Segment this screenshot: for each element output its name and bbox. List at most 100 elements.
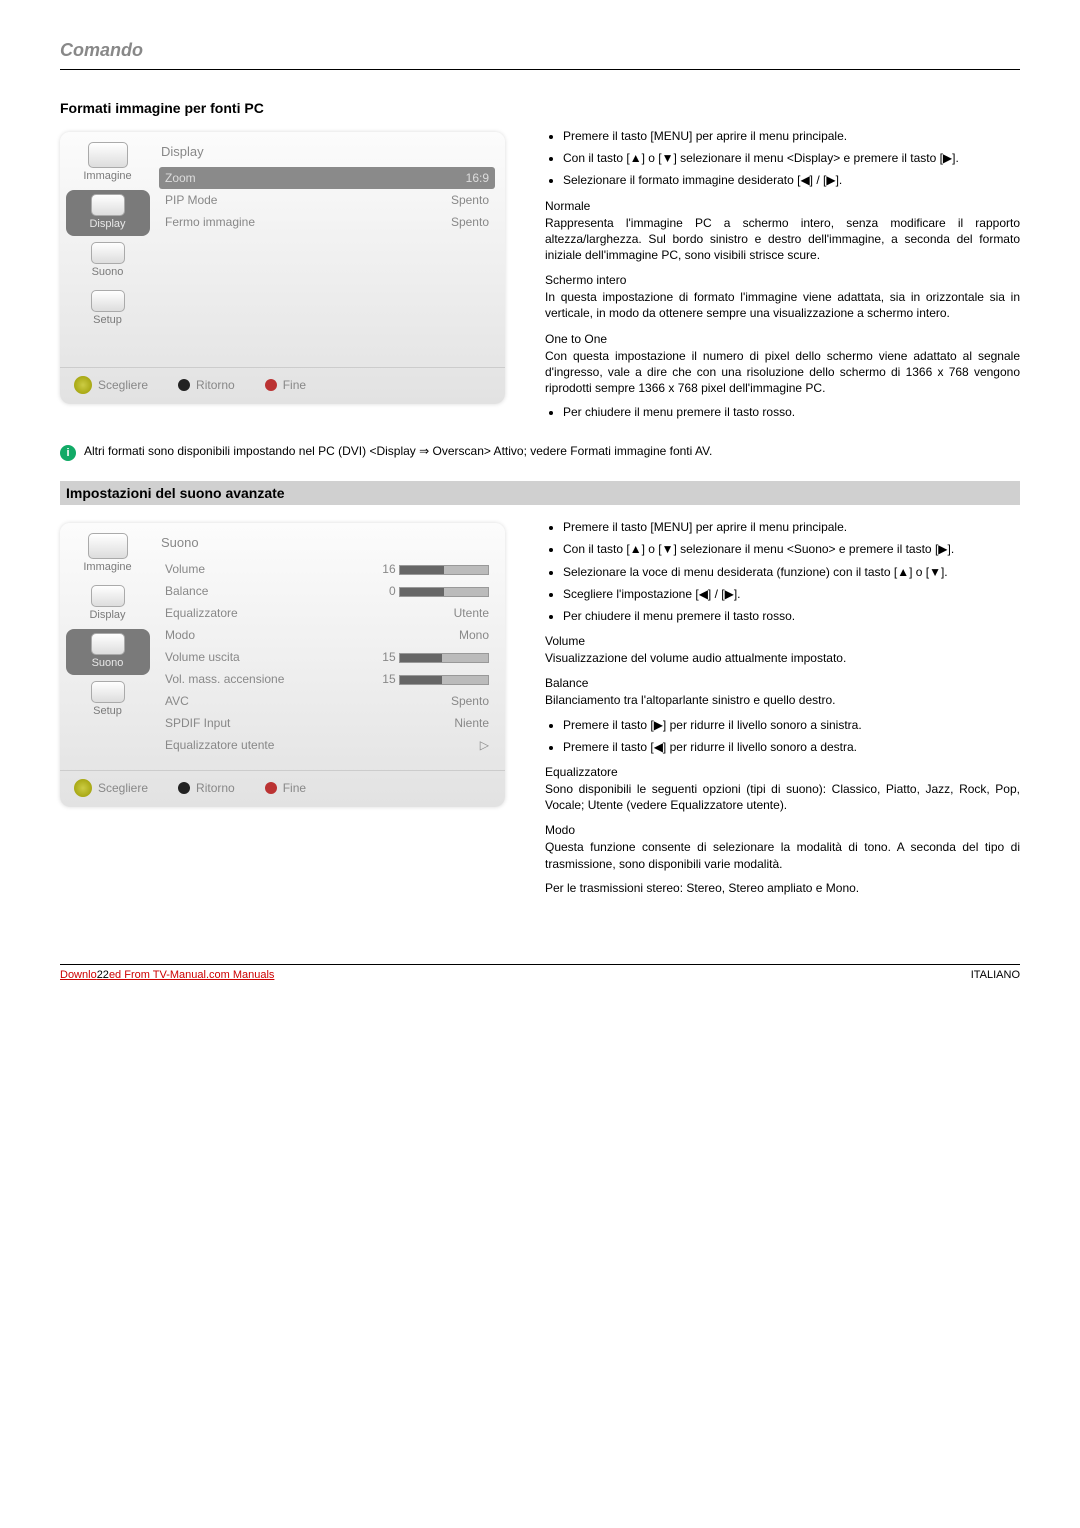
- tab-display[interactable]: Display: [66, 190, 150, 236]
- tab-label: Display: [89, 609, 125, 621]
- footer-ritorno: Ritorno: [178, 781, 235, 795]
- section1-heading: Formati immagine per fonti PC: [60, 100, 1020, 116]
- sub-normale: Normale: [545, 199, 1020, 213]
- bullet: Premere il tasto [▶] per ridurre il live…: [563, 717, 1020, 733]
- bullet: Scegliere l'impostazione [◀] / [▶].: [563, 586, 1020, 602]
- bullet: Selezionare il formato immagine desidera…: [563, 172, 1020, 188]
- item-label: Zoom: [165, 171, 196, 185]
- menu-item-volume[interactable]: Volume 16: [159, 558, 495, 580]
- footer-scegliere: Scegliere: [74, 376, 148, 394]
- page-header: Comando: [60, 40, 1020, 61]
- item-label: PIP Mode: [165, 193, 217, 207]
- header-rule: [60, 69, 1020, 70]
- para: Bilanciamento tra l'altoparlante sinistr…: [545, 692, 1020, 708]
- item-value: Utente: [454, 606, 489, 620]
- menu-item-zoom[interactable]: Zoom 16:9: [159, 167, 495, 189]
- para: Questa funzione consente di selezionare …: [545, 839, 1020, 871]
- bullet: Premere il tasto [◀] per ridurre il live…: [563, 739, 1020, 755]
- menu-title: Display: [161, 144, 495, 159]
- tab-label: Display: [89, 218, 125, 230]
- item-value: 0: [389, 584, 489, 598]
- tab-setup[interactable]: Setup: [66, 677, 150, 723]
- para: Con questa impostazione il numero di pix…: [545, 348, 1020, 397]
- para: In questa impostazione di formato l'imma…: [545, 289, 1020, 321]
- sub-modo: Modo: [545, 823, 1020, 837]
- back-icon: [178, 379, 190, 391]
- item-value: Spento: [451, 193, 489, 207]
- section2-heading: Impostazioni del suono avanzate: [60, 481, 1020, 505]
- sub-volume: Volume: [545, 634, 1020, 648]
- item-label: Vol. mass. accensione: [165, 672, 284, 686]
- tab-label: Suono: [92, 266, 124, 278]
- item-label: AVC: [165, 694, 189, 708]
- item-value: Spento: [451, 694, 489, 708]
- sub-schermo: Schermo intero: [545, 273, 1020, 287]
- bullet: Selezionare la voce di menu desiderata (…: [563, 564, 1020, 580]
- tab-label: Immagine: [83, 170, 131, 182]
- item-value: 16:9: [466, 171, 489, 185]
- bullet: Per chiudere il menu premere il tasto ro…: [563, 608, 1020, 624]
- bullet: Con il tasto [▲] o [▼] selezionare il me…: [563, 150, 1020, 166]
- bullet: Con il tasto [▲] o [▼] selezionare il me…: [563, 541, 1020, 557]
- tab-suono[interactable]: Suono: [66, 238, 150, 284]
- menu-item-spdif[interactable]: SPDIF Input Niente: [159, 712, 495, 734]
- item-label: Volume uscita: [165, 650, 240, 664]
- menu-item-volmass[interactable]: Vol. mass. accensione 15: [159, 668, 495, 690]
- menu-item-modo[interactable]: Modo Mono: [159, 624, 495, 646]
- item-value: 15: [382, 650, 489, 664]
- info-icon: i: [60, 445, 76, 461]
- bullet: Premere il tasto [MENU] per aprire il me…: [563, 128, 1020, 144]
- sub-onetoone: One to One: [545, 332, 1020, 346]
- tab-label: Setup: [93, 314, 122, 326]
- menu-item-fermo[interactable]: Fermo immagineSpento: [159, 211, 495, 233]
- menu-item-equtente[interactable]: Equalizzatore utente ▷: [159, 734, 495, 756]
- sub-balance: Balance: [545, 676, 1020, 690]
- item-value: Niente: [454, 716, 489, 730]
- bullet: Per chiudere il menu premere il tasto ro…: [563, 404, 1020, 420]
- footer-link[interactable]: Downlo22ed From TV-Manual.com Manuals: [60, 969, 274, 981]
- para: Visualizzazione del volume audio attualm…: [545, 650, 1020, 666]
- tab-suono[interactable]: Suono: [66, 629, 150, 675]
- exit-icon: [265, 782, 277, 794]
- para: Sono disponibili le seguenti opzioni (ti…: [545, 781, 1020, 813]
- item-value: Mono: [459, 628, 489, 642]
- menu-title: Suono: [161, 535, 495, 550]
- footer-ritorno: Ritorno: [178, 378, 235, 392]
- menu-item-avc[interactable]: AVC Spento: [159, 690, 495, 712]
- sub-eq: Equalizzatore: [545, 765, 1020, 779]
- tab-immagine[interactable]: Immagine: [66, 138, 150, 188]
- gear-icon: [74, 376, 92, 394]
- menu-item-voluscita[interactable]: Volume uscita 15: [159, 646, 495, 668]
- para: Per le trasmissioni stereo: Stereo, Ster…: [545, 880, 1020, 896]
- tab-immagine[interactable]: Immagine: [66, 529, 150, 579]
- item-label: Equalizzatore utente: [165, 738, 274, 752]
- item-value: ▷: [480, 738, 489, 752]
- sound-menu-panel: Immagine Display Suono Setup Suono Volum…: [60, 523, 505, 807]
- footer-fine: Fine: [265, 378, 306, 392]
- menu-item-balance[interactable]: Balance 0: [159, 580, 495, 602]
- menu-item-pip[interactable]: PIP Mode Spento: [159, 189, 495, 211]
- display-menu-panel: Immagine Display Suono Setup Display Zoo…: [60, 132, 505, 404]
- item-label: Volume: [165, 562, 205, 576]
- item-value: 15: [382, 672, 489, 686]
- back-icon: [178, 782, 190, 794]
- item-label: SPDIF Input: [165, 716, 230, 730]
- item-label: Fermo immagine: [165, 215, 255, 229]
- info-note: Altri formati sono disponibili impostand…: [84, 444, 712, 458]
- bullet: Premere il tasto [MENU] per aprire il me…: [563, 519, 1020, 535]
- tab-display[interactable]: Display: [66, 581, 150, 627]
- item-value: 16: [382, 562, 489, 576]
- tab-label: Suono: [92, 657, 124, 669]
- item-label: Balance: [165, 584, 208, 598]
- footer-fine: Fine: [265, 781, 306, 795]
- item-label: Modo: [165, 628, 195, 642]
- item-label: Equalizzatore: [165, 606, 238, 620]
- gear-icon: [74, 779, 92, 797]
- tab-label: Immagine: [83, 561, 131, 573]
- tab-setup[interactable]: Setup: [66, 286, 150, 332]
- footer-scegliere: Scegliere: [74, 779, 148, 797]
- exit-icon: [265, 379, 277, 391]
- tab-label: Setup: [93, 705, 122, 717]
- footer-left: Downlo22ed From TV-Manual.com Manuals: [60, 969, 274, 981]
- menu-item-eq[interactable]: Equalizzatore Utente: [159, 602, 495, 624]
